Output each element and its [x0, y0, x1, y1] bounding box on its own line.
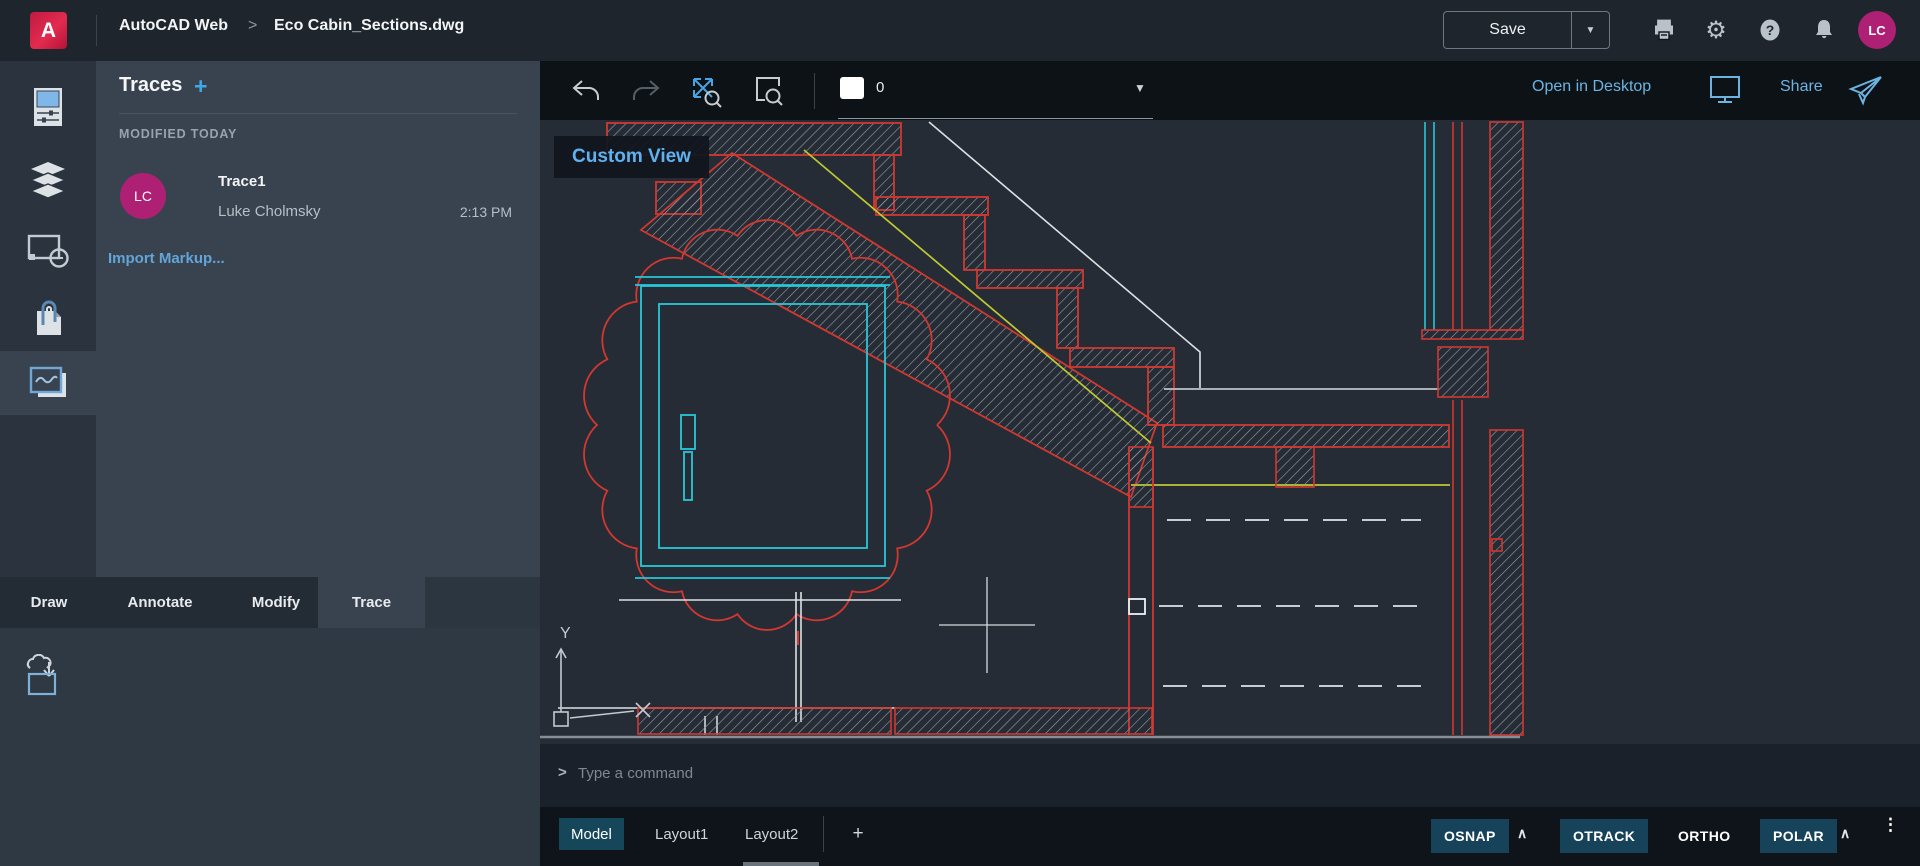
breadcrumb-separator: >	[248, 17, 257, 35]
tab-layout2[interactable]: Layout2	[733, 818, 810, 850]
tab-scrollbar[interactable]	[743, 862, 819, 866]
canvas-column: 0 ▼ Open in Desktop Share Custom View	[540, 61, 1920, 866]
tab-annotate[interactable]: Annotate	[100, 577, 220, 628]
svg-text:Y: Y	[560, 625, 571, 642]
osnap-caret-icon[interactable]: ∧	[1517, 825, 1527, 842]
sidebar-item-properties[interactable]	[0, 75, 96, 139]
tab-modify[interactable]: Modify	[230, 577, 322, 628]
traces-panel: Traces + MODIFIED TODAY LC Trace1 Luke C…	[96, 61, 540, 577]
bottom-bar: Model Layout1 Layout2 + OSNAP ∧ OTRACK O…	[540, 807, 1920, 866]
undo-icon[interactable]	[568, 74, 604, 108]
trace-author: Luke Cholmsky	[218, 203, 321, 220]
ucs-icon: Y	[554, 625, 650, 726]
attachment-icon	[29, 299, 67, 339]
status-overflow-menu[interactable]: ⋮	[1882, 819, 1896, 830]
cad-drawing: Y	[540, 120, 1920, 744]
trace-list-item[interactable]: LC Trace1 Luke Cholmsky 2:13 PM	[96, 163, 540, 229]
add-layout-button[interactable]: +	[845, 818, 871, 850]
snap-marker	[1129, 599, 1145, 614]
open-in-desktop-link[interactable]: Open in Desktop	[1532, 78, 1651, 96]
trace-time: 2:13 PM	[460, 204, 512, 220]
help-icon[interactable]: ?	[1754, 14, 1786, 46]
zoom-window-icon[interactable]	[750, 74, 786, 108]
command-prompt-icon: >	[558, 764, 567, 781]
layer-color-swatch	[840, 77, 864, 99]
divider	[814, 73, 815, 109]
canvas-toolbar: 0 ▼ Open in Desktop Share	[540, 61, 1920, 120]
insert-trace-cloud-icon[interactable]	[22, 654, 68, 696]
share-plane-icon[interactable]	[1848, 73, 1884, 112]
divider	[96, 15, 97, 46]
command-input[interactable]: Type a command	[578, 765, 693, 782]
blocks-icon	[27, 234, 69, 268]
trace-name: Trace1	[218, 173, 266, 190]
layers-icon	[29, 160, 67, 198]
crosshair-cursor	[939, 577, 1035, 673]
divider	[119, 113, 517, 114]
sidebar-item-layers[interactable]	[0, 147, 96, 211]
toggle-polar[interactable]: POLAR	[1760, 819, 1837, 853]
dashed-lines	[1159, 520, 1421, 686]
toggle-osnap[interactable]: OSNAP	[1431, 819, 1509, 853]
trace-tool-shelf	[0, 628, 540, 866]
redo-icon[interactable]	[628, 74, 664, 108]
drawing-viewport[interactable]: Custom View	[540, 120, 1920, 744]
tab-bar-filler	[425, 577, 540, 628]
save-dropdown-arrow[interactable]: ▼	[1572, 12, 1609, 48]
command-bar[interactable]: > Type a command	[540, 744, 1920, 807]
pier	[1276, 447, 1314, 487]
desktop-monitor-icon[interactable]	[1708, 74, 1742, 111]
divider	[823, 816, 824, 852]
new-trace-button[interactable]: +	[194, 73, 207, 100]
panel-title: Traces	[119, 74, 182, 97]
view-badge[interactable]: Custom View	[554, 136, 709, 178]
zoom-extents-icon[interactable]	[688, 74, 724, 108]
autocad-logo-icon[interactable]: A	[30, 12, 67, 49]
save-button[interactable]: Save	[1444, 12, 1572, 48]
tab-model[interactable]: Model	[559, 818, 624, 850]
notifications-bell-icon[interactable]	[1808, 14, 1840, 46]
ribbon-tab-bar: Draw Annotate Modify Trace	[0, 577, 540, 628]
sidebar-item-traces[interactable]	[0, 351, 96, 415]
save-split-button: Save ▼	[1443, 11, 1610, 49]
layer-name: 0	[876, 79, 884, 96]
import-markup-link[interactable]: Import Markup...	[108, 250, 225, 267]
section-label: MODIFIED TODAY	[119, 127, 237, 141]
toggle-otrack[interactable]: OTRACK	[1560, 819, 1648, 853]
divider	[838, 118, 1153, 119]
left-icon-rail	[0, 61, 96, 577]
svg-text:?: ?	[1766, 22, 1775, 38]
sidebar-item-attachments[interactable]	[0, 287, 96, 351]
tab-layout1[interactable]: Layout1	[643, 818, 720, 850]
trace-avatar: LC	[120, 173, 166, 219]
properties-icon	[30, 86, 66, 128]
settings-gear-icon[interactable]: ⚙	[1700, 14, 1732, 46]
tab-draw[interactable]: Draw	[8, 577, 90, 628]
breadcrumb-filename: Eco Cabin_Sections.dwg	[274, 17, 464, 35]
toggle-ortho[interactable]: ORTHO	[1665, 819, 1744, 853]
polar-caret-icon[interactable]: ∧	[1840, 825, 1850, 842]
share-button[interactable]: Share	[1780, 78, 1823, 96]
floor-slabs	[540, 708, 1520, 737]
print-icon[interactable]	[1648, 14, 1680, 46]
breadcrumb-app[interactable]: AutoCAD Web	[119, 17, 228, 35]
layer-select[interactable]: 0 ▼	[838, 71, 1155, 111]
landing-wall	[1129, 447, 1153, 735]
traces-icon	[28, 365, 68, 401]
chevron-down-icon[interactable]: ▼	[1134, 81, 1146, 95]
sidebar-item-blocks[interactable]	[0, 219, 96, 283]
user-avatar[interactable]: LC	[1858, 11, 1896, 49]
top-bar: A AutoCAD Web > Eco Cabin_Sections.dwg S…	[0, 0, 1920, 61]
tab-trace[interactable]: Trace	[318, 577, 425, 628]
